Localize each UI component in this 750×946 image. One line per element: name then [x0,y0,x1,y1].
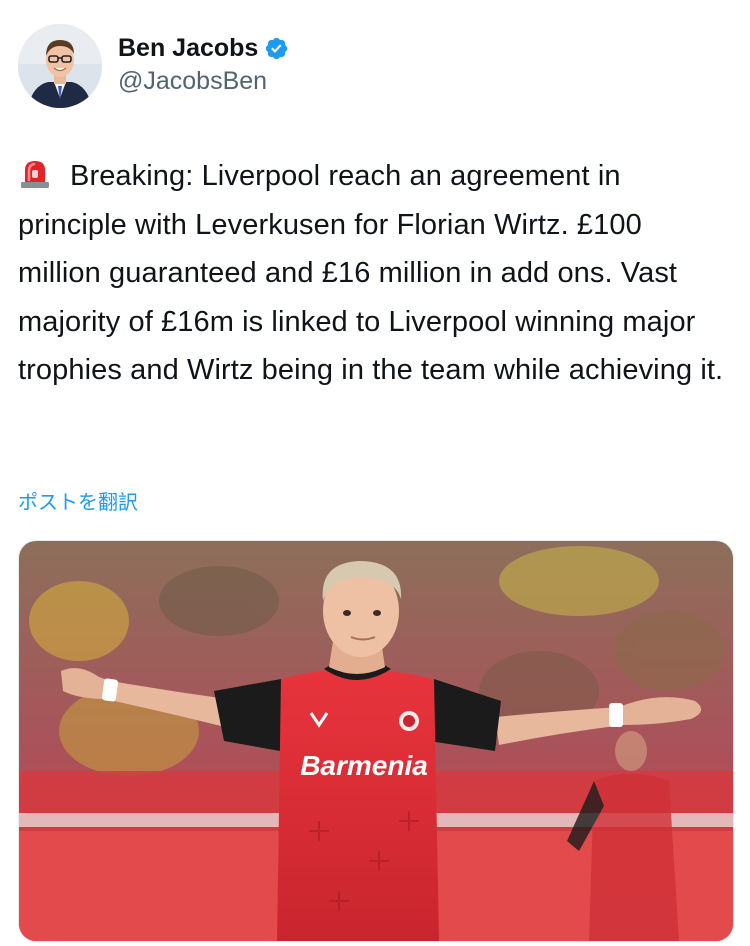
avatar-photo [18,24,102,108]
author-display-name[interactable]: Ben Jacobs [118,32,258,64]
author-handle[interactable]: @JacobsBen [118,64,289,98]
verified-badge-icon[interactable] [264,36,289,61]
name-row: Ben Jacobs [118,32,289,64]
photo-player-celebrating: Barmenia [19,541,733,941]
translate-post-link[interactable]: ポストを翻訳 [18,488,138,518]
avatar[interactable] [18,24,102,108]
tweet-header: Ben Jacobs @JacobsBen [18,24,718,110]
shirt-sponsor-text: Barmenia [300,750,428,781]
tweet-text: Breaking: Liverpool reach an agreement i… [18,160,724,386]
tweet-body: Breaking: Liverpool reach an agreement i… [18,152,730,395]
tweet-photo[interactable]: Barmenia [18,540,734,942]
police-siren-icon [21,161,49,188]
author-identity: Ben Jacobs @JacobsBen [118,32,289,98]
